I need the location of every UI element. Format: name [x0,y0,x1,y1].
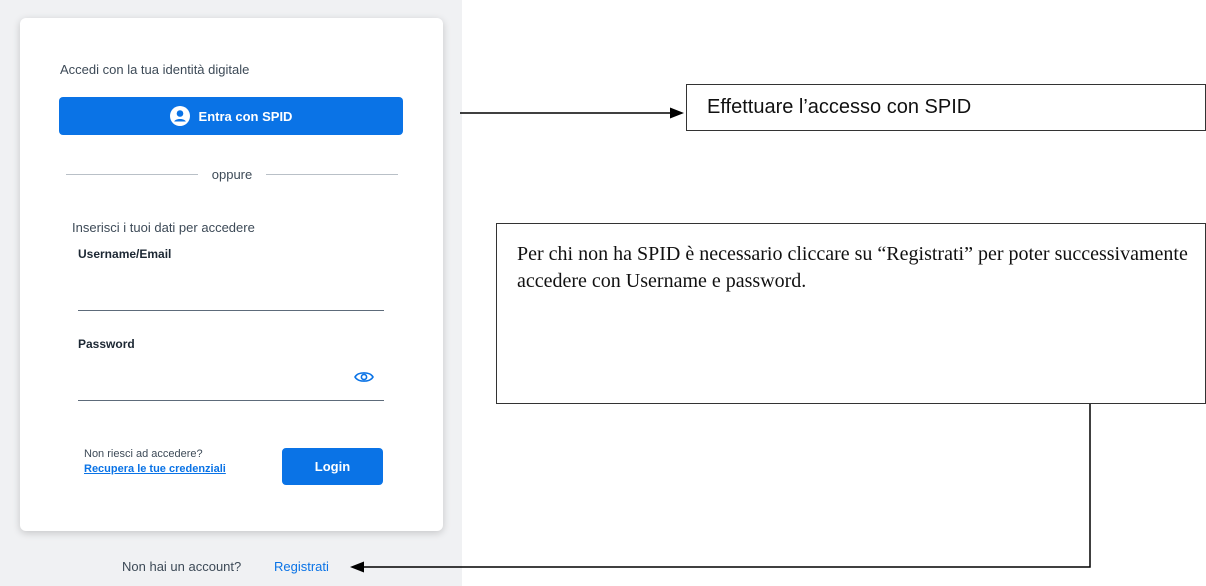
arrow-right-icon [460,107,684,119]
arrow-left-icon [350,404,1091,573]
annotation-arrows [350,107,1091,573]
